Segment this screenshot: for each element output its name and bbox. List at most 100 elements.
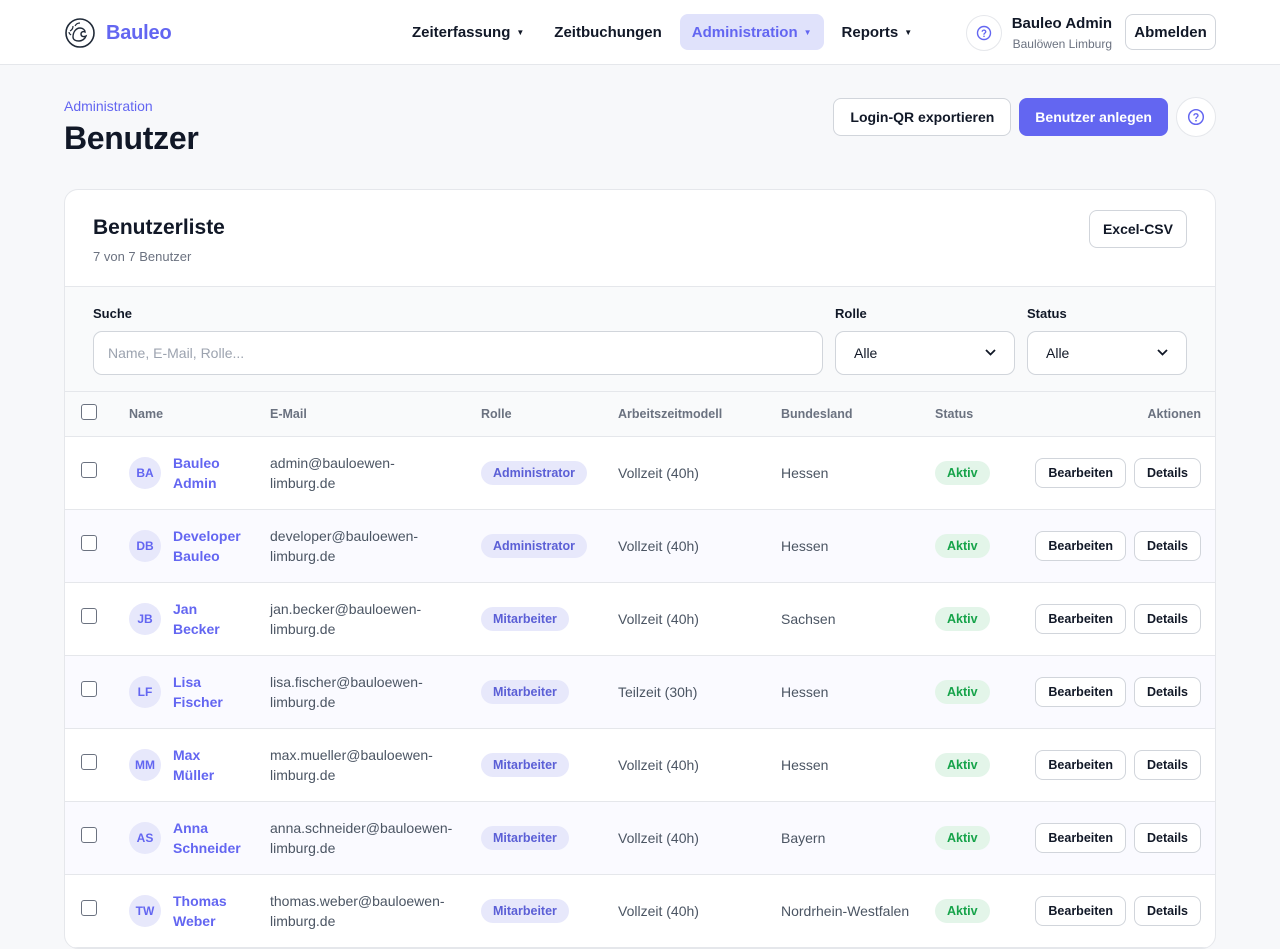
first-name: Jan bbox=[173, 600, 198, 617]
user-name-link[interactable]: Developer Bauleo bbox=[173, 526, 241, 566]
row-checkbox[interactable] bbox=[81, 534, 97, 551]
status-badge: Aktiv bbox=[935, 898, 990, 923]
email-line: developer@bauloewen- bbox=[270, 527, 419, 544]
federal-state: Hessen bbox=[781, 756, 829, 773]
work-model: Vollzeit (40h) bbox=[618, 902, 699, 919]
first-name: Lisa bbox=[173, 673, 202, 690]
column-header-status[interactable]: Status bbox=[935, 392, 1035, 436]
user-name-link[interactable]: Jan Becker bbox=[173, 599, 220, 639]
card-header: Benutzerliste 7 von 7 Benutzer Excel-CSV bbox=[65, 190, 1215, 287]
page-title: Benutzer bbox=[64, 120, 199, 156]
edit-button[interactable]: Bearbeiten bbox=[1035, 822, 1126, 853]
email-line: limburg.de bbox=[270, 912, 336, 929]
row-checkbox[interactable] bbox=[81, 680, 97, 697]
last-name: Fischer bbox=[173, 693, 223, 710]
user-name-link[interactable]: Thomas Weber bbox=[173, 891, 227, 931]
row-checkbox[interactable] bbox=[81, 461, 97, 478]
edit-button[interactable]: Bearbeiten bbox=[1035, 895, 1126, 926]
brand[interactable]: Bauleo bbox=[64, 17, 172, 49]
first-name: Anna bbox=[173, 819, 208, 836]
nav-administration[interactable]: Administration ▼ bbox=[679, 14, 824, 50]
role-badge: Mitarbeiter bbox=[481, 898, 569, 923]
details-button[interactable]: Details bbox=[1134, 530, 1201, 561]
user-name-link[interactable]: Anna Schneider bbox=[173, 818, 241, 858]
role-select-value: Alle bbox=[854, 345, 878, 361]
email-line: jan.becker@bauloewen- bbox=[270, 600, 422, 617]
row-checkbox[interactable] bbox=[81, 607, 97, 624]
column-header-email[interactable]: E-Mail bbox=[270, 392, 481, 436]
role-badge: Mitarbeiter bbox=[481, 752, 569, 777]
status-select-value: Alle bbox=[1046, 345, 1070, 361]
breadcrumb[interactable]: Administration bbox=[64, 98, 199, 114]
status-label: Status bbox=[1027, 306, 1067, 321]
details-button[interactable]: Details bbox=[1134, 457, 1201, 488]
logout-button[interactable]: Abmelden bbox=[1125, 14, 1216, 50]
work-model: Vollzeit (40h) bbox=[618, 537, 699, 554]
email-line: anna.schneider@bauloewen- bbox=[270, 819, 453, 836]
column-header-role[interactable]: Rolle bbox=[481, 392, 618, 436]
column-header-state[interactable]: Bundesland bbox=[781, 392, 935, 436]
page-header: Administration Benutzer bbox=[64, 98, 199, 157]
table-row: BA Bauleo Admin admin@bauloewen- limburg… bbox=[65, 436, 1215, 509]
nav-zeiterfassung[interactable]: Zeiterfassung ▼ bbox=[400, 14, 536, 50]
first-name: Bauleo bbox=[173, 454, 220, 471]
table-header-row: Name E-Mail Rolle Arbeitszeitmodell Bund… bbox=[65, 392, 1215, 436]
email-line: limburg.de bbox=[270, 620, 336, 637]
email-line: limburg.de bbox=[270, 474, 336, 491]
role-label: Rolle bbox=[835, 306, 867, 321]
details-button[interactable]: Details bbox=[1134, 676, 1201, 707]
create-user-button[interactable]: Benutzer anlegen bbox=[1019, 98, 1168, 136]
email-line: thomas.weber@bauloewen- bbox=[270, 892, 445, 909]
edit-button[interactable]: Bearbeiten bbox=[1035, 530, 1126, 561]
avatar: JB bbox=[129, 602, 161, 635]
details-button[interactable]: Details bbox=[1134, 749, 1201, 780]
last-name: Schneider bbox=[173, 839, 241, 856]
nav-reports[interactable]: Reports ▼ bbox=[830, 14, 925, 50]
edit-button[interactable]: Bearbeiten bbox=[1035, 676, 1126, 707]
row-checkbox[interactable] bbox=[81, 753, 97, 770]
edit-button[interactable]: Bearbeiten bbox=[1035, 749, 1126, 780]
edit-button[interactable]: Bearbeiten bbox=[1035, 457, 1126, 488]
role-badge: Mitarbeiter bbox=[481, 606, 569, 631]
first-name: Max bbox=[173, 746, 201, 763]
last-name: Müller bbox=[173, 766, 215, 783]
select-all-checkbox[interactable] bbox=[81, 404, 97, 421]
avatar: BA bbox=[129, 456, 161, 489]
export-login-qr-button[interactable]: Login-QR exportieren bbox=[833, 98, 1012, 136]
work-model: Vollzeit (40h) bbox=[618, 829, 699, 846]
column-header-work-model[interactable]: Arbeitszeitmodell bbox=[618, 392, 781, 436]
last-name: Admin bbox=[173, 474, 217, 491]
email-line: limburg.de bbox=[270, 693, 336, 710]
search-input[interactable] bbox=[93, 331, 823, 375]
details-button[interactable]: Details bbox=[1134, 822, 1201, 853]
status-select[interactable]: Alle bbox=[1027, 331, 1187, 375]
work-model: Vollzeit (40h) bbox=[618, 610, 699, 627]
user-table: Name E-Mail Rolle Arbeitszeitmodell Bund… bbox=[65, 392, 1215, 948]
excel-csv-button[interactable]: Excel-CSV bbox=[1088, 210, 1187, 248]
caret-down-icon: ▼ bbox=[516, 27, 525, 37]
user-name-link[interactable]: Max Müller bbox=[173, 745, 214, 785]
header-help-button[interactable] bbox=[966, 15, 1002, 51]
nav-zeitbuchungen[interactable]: Zeitbuchungen bbox=[542, 14, 674, 50]
user-name-link[interactable]: Bauleo Admin bbox=[173, 453, 220, 493]
federal-state: Sachsen bbox=[781, 610, 836, 627]
user-name-link[interactable]: Lisa Fischer bbox=[173, 672, 223, 712]
column-header-name[interactable]: Name bbox=[129, 392, 270, 436]
row-checkbox[interactable] bbox=[81, 826, 97, 843]
row-actions: Bearbeiten Details bbox=[1035, 749, 1215, 780]
avatar: TW bbox=[129, 894, 161, 927]
user-organization: Baulöwen Limburg bbox=[1012, 37, 1112, 51]
card-title: Benutzerliste bbox=[93, 216, 225, 239]
caret-down-icon: ▼ bbox=[803, 27, 812, 37]
page-help-button[interactable] bbox=[1176, 97, 1216, 137]
help-icon bbox=[976, 25, 992, 41]
table-row: AS Anna Schneider anna.schneider@bauloew… bbox=[65, 801, 1215, 874]
details-button[interactable]: Details bbox=[1134, 603, 1201, 634]
federal-state: Hessen bbox=[781, 464, 829, 481]
edit-button[interactable]: Bearbeiten bbox=[1035, 603, 1126, 634]
details-button[interactable]: Details bbox=[1134, 895, 1201, 926]
role-select[interactable]: Alle bbox=[835, 331, 1015, 375]
row-checkbox[interactable] bbox=[81, 899, 97, 916]
chevron-down-icon bbox=[1157, 348, 1168, 359]
email-line: admin@bauloewen- bbox=[270, 454, 395, 471]
